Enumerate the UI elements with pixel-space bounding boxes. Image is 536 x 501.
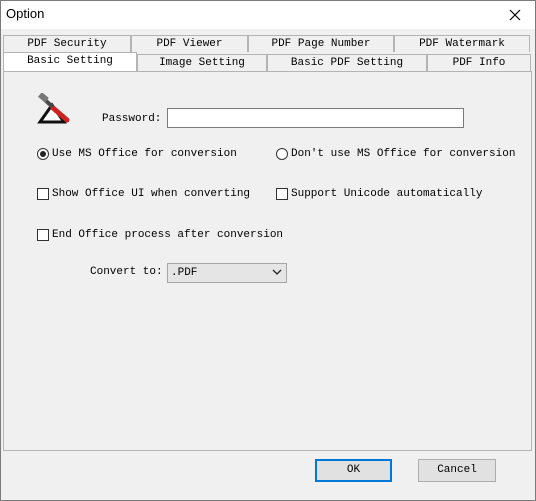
show-office-ui-label: Show Office UI when converting	[52, 188, 251, 200]
tab-basic-setting[interactable]: Basic Setting	[3, 52, 137, 71]
tab-pdf-security[interactable]: PDF Security	[3, 35, 131, 52]
tab-pdf-watermark[interactable]: PDF Watermark	[394, 35, 530, 52]
end-office-process-label: End Office process after conversion	[52, 229, 284, 241]
tab-basic-pdf-setting[interactable]: Basic PDF Setting	[267, 54, 427, 71]
use-office-radio[interactable]	[37, 148, 49, 160]
tab-image-setting[interactable]: Image Setting	[137, 54, 267, 71]
tab-pdf-page-number[interactable]: PDF Page Number	[248, 35, 394, 52]
option-dialog: Option PDF Security PDF Viewer PDF Page …	[0, 0, 536, 501]
convert-to-select[interactable]: .PDF	[167, 263, 287, 283]
basic-setting-panel	[3, 71, 532, 451]
no-office-radio[interactable]	[276, 148, 288, 160]
show-office-ui-checkbox[interactable]	[37, 188, 49, 200]
use-office-label: Use MS Office for conversion	[52, 148, 237, 160]
convert-to-label: Convert to:	[90, 266, 163, 278]
title-bar: Option	[1, 1, 535, 29]
close-icon	[509, 9, 521, 21]
convert-to-value: .PDF	[171, 267, 198, 279]
close-button[interactable]	[495, 1, 535, 29]
no-office-label: Don't use MS Office for conversion	[291, 148, 516, 160]
support-unicode-label: Support Unicode automatically	[291, 188, 483, 200]
window-title: Option	[6, 6, 45, 21]
password-input[interactable]	[167, 108, 464, 128]
tab-pdf-viewer[interactable]: PDF Viewer	[131, 35, 248, 52]
password-label: Password:	[102, 113, 162, 125]
tools-icon	[37, 93, 70, 124]
ok-button[interactable]: OK	[315, 459, 392, 482]
support-unicode-checkbox[interactable]	[276, 188, 288, 200]
tab-pdf-info[interactable]: PDF Info	[427, 54, 531, 71]
chevron-down-icon	[272, 269, 282, 275]
radio-selected-dot	[40, 151, 46, 157]
cancel-button[interactable]: Cancel	[418, 459, 496, 482]
end-office-process-checkbox[interactable]	[37, 229, 49, 241]
